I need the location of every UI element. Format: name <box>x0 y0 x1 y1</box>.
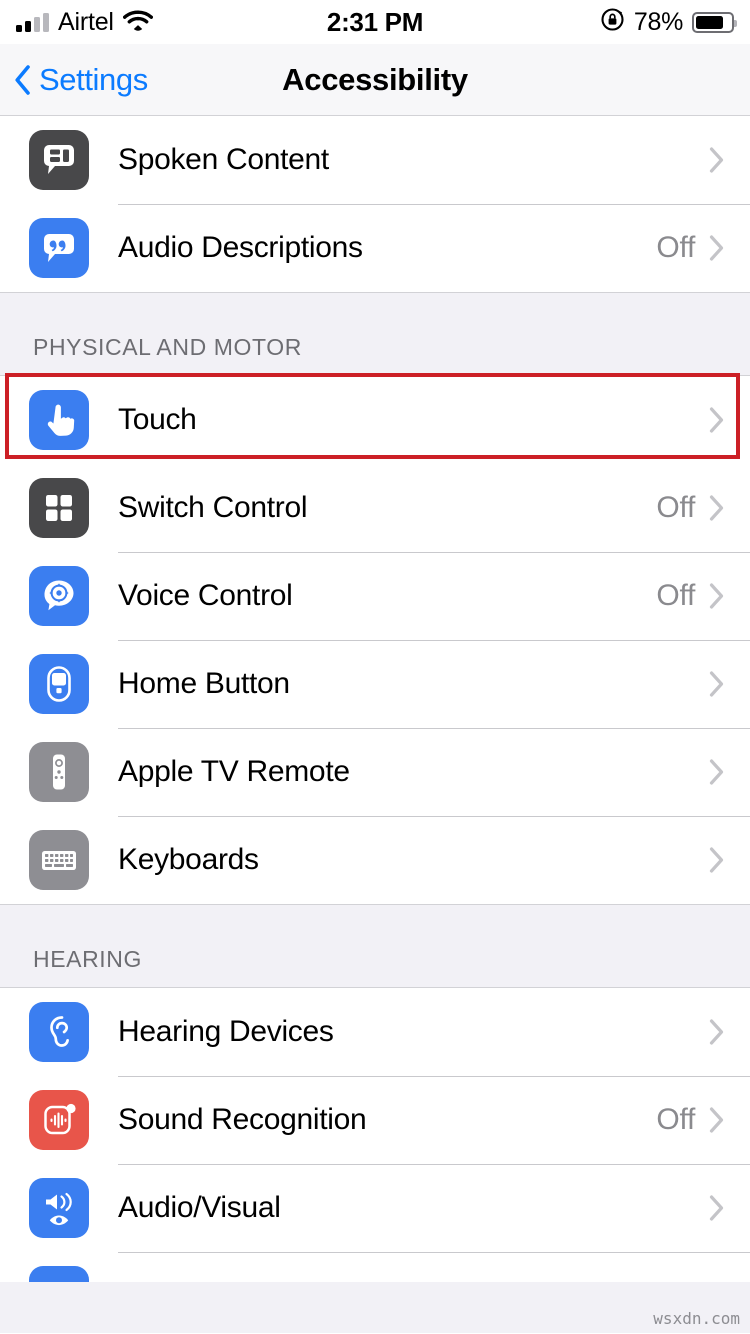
row-label: Apple TV Remote <box>118 755 350 788</box>
navigation-bar: Settings Accessibility <box>0 44 750 116</box>
voice-control-icon <box>29 566 89 626</box>
settings-list[interactable]: Spoken Content Audio Descriptions Off PH… <box>0 116 750 1333</box>
audio-visual-icon <box>29 1178 89 1238</box>
cellular-signal-icon <box>16 12 49 32</box>
rotation-lock-icon <box>600 7 625 37</box>
status-bar-right: 78% <box>600 0 737 44</box>
row-sound-recognition[interactable]: Sound Recognition Off <box>0 1076 750 1164</box>
status-bar: Airtel 2:31 PM 78% <box>0 0 750 44</box>
watermark: wsxdn.com <box>653 1309 740 1328</box>
row-apple-tv-remote[interactable]: Apple TV Remote <box>0 728 750 816</box>
spoken-content-icon <box>29 130 89 190</box>
chevron-right-icon <box>709 671 724 697</box>
row-label: Touch <box>118 403 197 436</box>
row-label: Hearing Devices <box>118 1015 334 1048</box>
touch-icon <box>29 390 89 450</box>
row-audio-visual[interactable]: Audio/Visual <box>0 1164 750 1252</box>
row-value: Off <box>656 579 695 612</box>
iphone-screen: Airtel 2:31 PM 78% Settings Accessibilit… <box>0 0 750 1334</box>
row-label: Keyboards <box>118 843 259 876</box>
section-header-physical-and-motor: PHYSICAL AND MOTOR <box>0 292 750 376</box>
row-label: Spoken Content <box>118 143 329 176</box>
section-header-label: PHYSICAL AND MOTOR <box>33 334 302 360</box>
chevron-right-icon <box>709 1195 724 1221</box>
section-header-hearing: HEARING <box>0 904 750 988</box>
row-spoken-content[interactable]: Spoken Content <box>0 116 750 204</box>
chevron-right-icon <box>709 583 724 609</box>
clock-label: 2:31 PM <box>326 6 424 37</box>
partial-row-icon <box>29 1266 89 1282</box>
row-switch-control[interactable]: Switch Control Off <box>0 464 750 552</box>
touch-row-highlight-wrapper: Touch <box>0 373 750 464</box>
settings-group-hearing: Hearing Devices Sound Recognition Off Au… <box>0 988 750 1282</box>
row-value: Off <box>656 491 695 524</box>
row-value: Off <box>656 231 695 264</box>
chevron-right-icon <box>709 495 724 521</box>
page-title: Accessibility <box>282 62 468 97</box>
settings-group-physical-and-motor: Touch Switch Control Off Voice Control O… <box>0 373 750 904</box>
sound-recognition-icon <box>29 1090 89 1150</box>
row-label: Audio Descriptions <box>118 231 363 264</box>
row-label: Sound Recognition <box>118 1103 367 1136</box>
switch-control-icon <box>29 478 89 538</box>
chevron-right-icon <box>709 235 724 261</box>
carrier-label: Airtel <box>58 7 114 36</box>
row-label: Home Button <box>118 667 290 700</box>
chevron-right-icon <box>709 847 724 873</box>
row-keyboards[interactable]: Keyboards <box>0 816 750 904</box>
row-touch[interactable]: Touch <box>0 376 750 464</box>
chevron-right-icon <box>709 147 724 173</box>
chevron-right-icon <box>709 407 724 433</box>
settings-group-vision-continued: Spoken Content Audio Descriptions Off <box>0 116 750 292</box>
home-button-icon <box>29 654 89 714</box>
chevron-right-icon <box>709 759 724 785</box>
row-label: Audio/Visual <box>118 1191 281 1224</box>
chevron-right-icon <box>709 1107 724 1133</box>
status-bar-left: Airtel <box>16 8 153 37</box>
row-label: Switch Control <box>118 491 308 524</box>
hearing-devices-icon <box>29 1002 89 1062</box>
row-home-button[interactable]: Home Button <box>0 640 750 728</box>
wifi-icon <box>122 9 153 36</box>
row-value: Off <box>656 1103 695 1136</box>
apple-tv-remote-icon <box>29 742 89 802</box>
audio-descriptions-icon <box>29 218 89 278</box>
section-header-label: HEARING <box>33 946 142 972</box>
row-label: Voice Control <box>118 579 293 612</box>
keyboard-icon <box>29 830 89 890</box>
battery-percent-label: 78% <box>633 7 683 36</box>
row-partial-next[interactable] <box>0 1252 750 1282</box>
row-voice-control[interactable]: Voice Control Off <box>0 552 750 640</box>
row-audio-descriptions[interactable]: Audio Descriptions Off <box>0 204 750 292</box>
row-hearing-devices[interactable]: Hearing Devices <box>0 988 750 1076</box>
chevron-right-icon <box>709 1019 724 1045</box>
battery-icon <box>692 11 737 33</box>
